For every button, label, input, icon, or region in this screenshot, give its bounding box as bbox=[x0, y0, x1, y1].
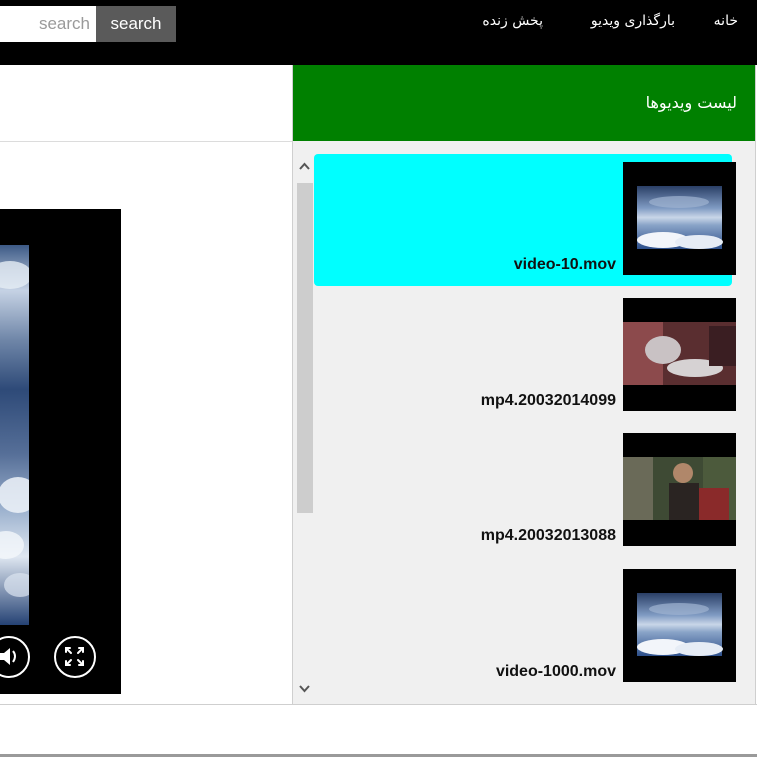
video-list-item[interactable]: mp4.20032013088 bbox=[314, 425, 736, 557]
video-thumbnail bbox=[623, 162, 736, 275]
nav-item-upload-video[interactable]: بارگذاری ویدیو bbox=[591, 13, 675, 29]
footer-divider bbox=[0, 704, 757, 705]
volume-icon bbox=[0, 648, 16, 665]
scroll-up-icon[interactable] bbox=[296, 159, 313, 175]
volume-button[interactable] bbox=[0, 636, 30, 678]
video-filename: video-1000.mov bbox=[495, 663, 616, 680]
fullscreen-button[interactable] bbox=[54, 636, 96, 678]
video-list-item[interactable]: video-1000.mov bbox=[314, 561, 736, 693]
video-list-title: لیست ویدیوها bbox=[645, 93, 737, 112]
video-player[interactable] bbox=[0, 209, 121, 694]
video-filename: mp4.20032014099 bbox=[480, 392, 616, 409]
search-button[interactable]: search bbox=[96, 6, 176, 42]
scroll-down-icon[interactable] bbox=[296, 680, 313, 696]
video-filename: video-10.mov bbox=[513, 256, 616, 273]
content-divider bbox=[0, 141, 292, 142]
video-filename: mp4.20032013088 bbox=[480, 527, 616, 544]
nav-item-home[interactable]: خانه bbox=[714, 13, 738, 29]
video-thumbnail bbox=[623, 433, 736, 546]
video-list-scrollbar[interactable] bbox=[296, 155, 313, 700]
fullscreen-icon bbox=[65, 647, 84, 666]
video-list-panel: لیست ویدیوها video-10.mov mp4.2003201409… bbox=[293, 65, 756, 705]
video-thumbnail bbox=[623, 569, 736, 682]
nav-item-live-stream[interactable]: پخش زنده bbox=[482, 13, 543, 29]
video-frame bbox=[0, 245, 29, 625]
video-thumbnail bbox=[623, 298, 736, 411]
search-input[interactable] bbox=[0, 6, 96, 42]
video-list-item[interactable]: mp4.20032014099 bbox=[314, 290, 736, 422]
top-navigation-bar: search خانه بارگذاری ویدیو پخش زنده bbox=[0, 0, 757, 65]
video-list-header: لیست ویدیوها bbox=[293, 65, 755, 141]
scrollbar-thumb[interactable] bbox=[297, 183, 313, 513]
video-list-item[interactable]: video-10.mov bbox=[314, 154, 736, 286]
